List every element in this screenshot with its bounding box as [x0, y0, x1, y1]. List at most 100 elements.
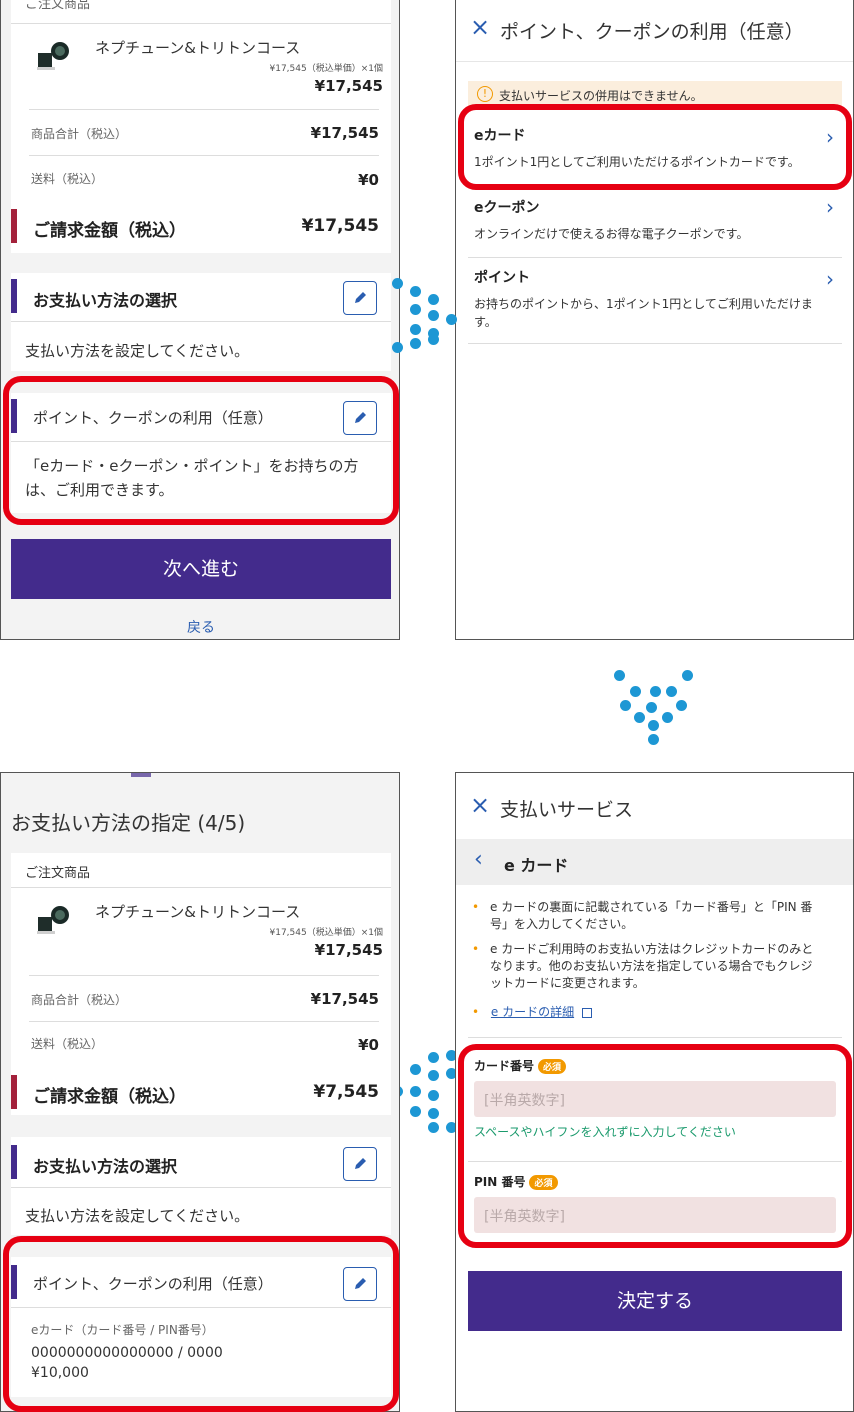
- service-item-ecoupon[interactable]: eクーポン オンラインだけで使えるお得な電子クーポンです。 ›: [468, 189, 848, 255]
- bullet-2-line1: e カードご利用時のお支払い方法はクレジットカードのみと: [490, 942, 814, 956]
- total-accent-bar: [11, 1075, 17, 1109]
- total-value: ¥17,545: [301, 216, 379, 236]
- service-item-ecard[interactable]: eカード 1ポイント1円としてご利用いただけるポイントカードです。 ›: [468, 111, 848, 183]
- product-price: ¥17,545: [314, 941, 383, 959]
- next-button[interactable]: 次へ進む: [11, 539, 391, 599]
- external-link-icon: [581, 1007, 592, 1018]
- payment-title: お支払い方法の選択: [33, 291, 178, 310]
- pencil-icon: [355, 1278, 366, 1289]
- pin-label-row: PIN 番号 必須: [474, 1173, 558, 1190]
- points-body-line2: は、ご利用できます。: [25, 481, 174, 499]
- subtotal-label: 商品合計（税込）: [31, 127, 128, 141]
- required-badge: 必須: [529, 1175, 558, 1190]
- bullet-2-line3: ットカードに変更されます。: [490, 976, 645, 990]
- payment-edit-button[interactable]: [343, 1147, 377, 1181]
- confirm-button[interactable]: 決定する: [468, 1271, 842, 1331]
- chevron-left-icon: ‹: [474, 847, 483, 872]
- chevron-right-icon: ›: [826, 195, 834, 219]
- points-edit-button[interactable]: [343, 1267, 377, 1301]
- card-number-label-row: カード番号 必須: [474, 1057, 567, 1074]
- notice-banner: ! 支払いサービスの併用はできません。: [468, 81, 842, 107]
- payment-body: 支払い方法を設定してください。: [25, 1207, 250, 1225]
- unit-price-line: ¥17,545（税込単価）×1個: [269, 928, 384, 938]
- pin-input[interactable]: [半角英数字]: [474, 1197, 836, 1233]
- ecard-form-title: 支払いサービス: [500, 799, 634, 821]
- checkout-panel-before: ご注文商品 ネプチューン&トリトンコース ¥17,545（税込単価）×1個 ¥1…: [0, 0, 400, 640]
- payment-body: 支払い方法を設定してください。: [25, 342, 250, 360]
- pencil-icon: [355, 412, 366, 423]
- shipping-value: ¥0: [358, 171, 379, 189]
- notice-text: 支払いサービスの併用はできません。: [499, 89, 703, 103]
- product-thumbnail: [37, 905, 71, 935]
- ecoupon-desc: オンラインだけで使えるお得な電子クーポンです。: [474, 227, 749, 241]
- ecard-form-modal: × 支払いサービス ‹ e カード • e カードの裏面に記載されている「カード…: [455, 772, 854, 1412]
- ecard-detail-link-row: • e カードの詳細: [472, 1003, 592, 1020]
- payment-card: お支払い方法の選択 支払い方法を設定してください。: [11, 1137, 391, 1235]
- close-icon[interactable]: ×: [470, 13, 490, 41]
- card-number-input[interactable]: [半角英数字]: [474, 1081, 836, 1117]
- point-desc-line2: す。: [474, 315, 497, 329]
- payment-card: お支払い方法の選択 支払い方法を設定してください。: [11, 273, 391, 371]
- points-card: ポイント、クーポンの利用（任意） 「eカード・eクーポン・ポイント」をお持ちの方…: [11, 393, 391, 513]
- total-label: ご請求金額（税込）: [33, 221, 186, 241]
- back-link[interactable]: 戻る: [1, 617, 399, 637]
- subtotal-label: 商品合計（税込）: [31, 993, 128, 1007]
- pencil-icon: [355, 1158, 366, 1169]
- bullet-2-line2: なります。他のお支払い方法を指定している場合でもクレジ: [490, 959, 813, 973]
- product-thumbnail: [37, 41, 71, 71]
- bullet-1-line2: 号」を入力してください。: [490, 917, 634, 931]
- ecoupon-title: eクーポン: [474, 200, 540, 216]
- header-fragment: [131, 773, 151, 777]
- ecard-detail-link[interactable]: e カードの詳細: [491, 1005, 574, 1019]
- points-body-line1: 「eカード・eクーポン・ポイント」をお持ちの方: [25, 457, 359, 475]
- bullet-1: • e カードの裏面に記載されている「カード番号」と「PIN 番号」を入力してく…: [472, 899, 842, 933]
- service-item-point[interactable]: ポイント お持ちのポイントから、1ポイント1円としてご利用いただけま す。 ›: [468, 259, 848, 341]
- bullet-1-line1: e カードの裏面に記載されている「カード番号」と「PIN 番: [490, 900, 813, 914]
- product-name: ネプチューン&トリトンコース: [95, 39, 301, 57]
- subtotal-value: ¥17,545: [310, 990, 379, 1008]
- unit-price-line: ¥17,545（税込単価）×1個: [269, 64, 384, 74]
- required-badge: 必須: [538, 1059, 567, 1074]
- close-icon[interactable]: ×: [470, 791, 490, 819]
- pencil-icon: [355, 292, 366, 303]
- points-accent-bar: [11, 1265, 17, 1299]
- page-title: お支払い方法の指定 (4/5): [11, 811, 246, 835]
- ecard-title: eカード: [474, 128, 526, 144]
- points-accent-bar: [11, 399, 17, 433]
- points-card: ポイント、クーポンの利用（任意） eカード（カード番号 / PIN番号） 000…: [11, 1257, 391, 1397]
- subtotal-value: ¥17,545: [310, 124, 379, 142]
- card-number-hint: スペースやハイフンを入れずに入力してください: [474, 1125, 736, 1139]
- payment-accent-bar: [11, 1145, 17, 1179]
- ecard-desc: 1ポイント1円としてご利用いただけるポイントカードです。: [474, 155, 800, 169]
- arrow-right-icon: [390, 276, 460, 366]
- cart-card: ご注文商品 ネプチューン&トリトンコース ¥17,545（税込単価）×1個 ¥1…: [11, 853, 391, 1115]
- applied-ecard-numbers: 0000000000000000 / 0000: [31, 1345, 223, 1361]
- product-price: ¥17,545: [314, 77, 383, 95]
- applied-ecard-amount: ¥10,000: [31, 1365, 89, 1381]
- warning-icon: !: [477, 86, 493, 102]
- points-title: ポイント、クーポンの利用（任意）: [33, 1275, 273, 1293]
- cart-card: ご注文商品 ネプチューン&トリトンコース ¥17,545（税込単価）×1個 ¥1…: [11, 0, 391, 253]
- arrow-down-icon: [612, 668, 700, 748]
- points-title: ポイント、クーポンの利用（任意）: [33, 409, 273, 427]
- chevron-right-icon: ›: [826, 125, 834, 149]
- card-number-label: カード番号: [474, 1059, 535, 1073]
- payment-accent-bar: [11, 279, 17, 313]
- bullet-2: • e カードご利用時のお支払い方法はクレジットカードのみと なります。他のお支払…: [472, 941, 842, 992]
- arrow-left-icon: [390, 1050, 464, 1134]
- points-edit-button[interactable]: [343, 401, 377, 435]
- modal-title: ポイント、クーポンの利用（任意）: [500, 21, 804, 43]
- pin-label: PIN 番号: [474, 1175, 526, 1189]
- point-title: ポイント: [474, 270, 530, 286]
- payment-title: お支払い方法の選択: [33, 1157, 178, 1176]
- cart-section-label: ご注文商品: [25, 866, 91, 881]
- cart-section-label: ご注文商品: [25, 0, 91, 12]
- total-value: ¥7,545: [313, 1082, 379, 1102]
- back-header[interactable]: ‹ e カード: [456, 839, 853, 885]
- shipping-label: 送料（税込）: [31, 172, 104, 186]
- payment-edit-button[interactable]: [343, 281, 377, 315]
- shipping-label: 送料（税込）: [31, 1037, 104, 1051]
- product-name: ネプチューン&トリトンコース: [95, 903, 301, 921]
- shipping-value: ¥0: [358, 1036, 379, 1054]
- checkout-panel-after: お支払い方法の指定 (4/5) ご注文商品 ネプチューン&トリトンコース ¥17…: [0, 772, 400, 1412]
